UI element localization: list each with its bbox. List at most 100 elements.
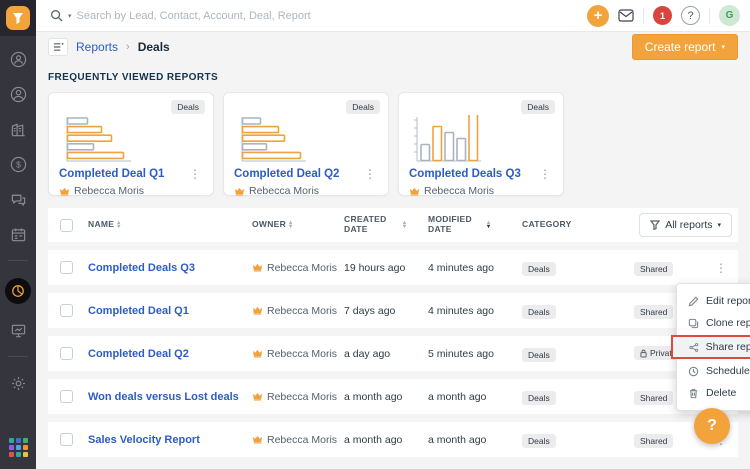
app-window: $ (0, 0, 750, 469)
sidebar-divider (8, 260, 28, 261)
freshsales-logo-icon (6, 6, 30, 30)
sort-icon[interactable]: ▴▾ (487, 221, 490, 229)
card-owner-name: Rebecca Moris (74, 185, 144, 197)
crown-icon (252, 392, 263, 401)
search-scope-caret-icon[interactable]: ▾ (68, 12, 72, 20)
table-row[interactable]: Sales Velocity Report Rebecca Moris a mo… (48, 422, 738, 457)
report-card[interactable]: Deals Completed Deals Q3 ⋮ Rebecca Moris (398, 92, 564, 196)
visibility-badge: Shared (634, 434, 673, 448)
menu-item-share-report[interactable]: Share report (671, 335, 750, 359)
report-name-link[interactable]: Completed Deal Q1 (88, 305, 252, 317)
conversations-icon[interactable] (9, 190, 27, 208)
table-row[interactable]: Won deals versus Lost deals Rebecca Mori… (48, 379, 738, 414)
top-navbar: ▾ + 1 ? G (36, 0, 750, 32)
sort-icon[interactable]: ▴▾ (289, 221, 292, 229)
calendar-icon[interactable] (9, 225, 27, 243)
table-row[interactable]: Completed Deal Q1 Rebecca Moris 7 days a… (48, 293, 738, 328)
category-badge: Deals (522, 305, 556, 319)
menu-item-delete[interactable]: Delete (677, 382, 750, 404)
card-title-link[interactable]: Completed Deal Q2 (234, 168, 339, 180)
user-avatar[interactable]: G (719, 5, 740, 26)
table-row[interactable]: Completed Deal Q2 Rebecca Moris a day ag… (48, 336, 738, 371)
visibility-badge: Shared (634, 391, 673, 405)
owner-cell: Rebecca Moris (252, 391, 344, 403)
column-header-created-date[interactable]: CREATED DATE▴▾ (344, 215, 428, 235)
settings-gear-icon[interactable] (9, 374, 27, 392)
row-checkbox[interactable] (60, 433, 73, 446)
lock-icon (640, 349, 647, 358)
notifications-badge[interactable]: 1 (653, 6, 672, 25)
owner-cell: Rebecca Moris (252, 348, 344, 360)
table-row[interactable]: Completed Deals Q3 Rebecca Moris 19 hour… (48, 250, 738, 285)
accounts-icon[interactable] (9, 120, 27, 138)
menu-item-clone-report[interactable]: Clone report (677, 312, 750, 334)
dashboards-icon[interactable] (9, 321, 27, 339)
row-checkbox[interactable] (60, 347, 73, 360)
share-icon (689, 342, 699, 353)
card-title-link[interactable]: Completed Deals Q3 (409, 168, 521, 180)
table-header-row: NAME▴▾OWNER▴▾CREATED DATE▴▾MODIFIED DATE… (48, 208, 738, 242)
row-checkbox[interactable] (60, 261, 73, 274)
report-card[interactable]: Deals Completed Deal Q2 ⋮ Rebecca Moris (223, 92, 389, 196)
global-search[interactable]: ▾ (50, 9, 587, 22)
reports-table: NAME▴▾OWNER▴▾CREATED DATE▴▾MODIFIED DATE… (48, 208, 738, 457)
help-button[interactable]: ? (681, 6, 700, 25)
card-title-link[interactable]: Completed Deal Q1 (59, 168, 164, 180)
row-checkbox[interactable] (60, 304, 73, 317)
column-header-category[interactable]: CATEGORY (522, 220, 608, 230)
report-card[interactable]: Deals Completed Deal Q1 ⋮ Rebecca Moris (48, 92, 214, 196)
category-badge: Deals (522, 391, 556, 405)
search-icon (50, 9, 63, 22)
frequently-viewed-cards: Deals Completed Deal Q1 ⋮ Rebecca Moris … (48, 92, 738, 196)
all-reports-filter-button[interactable]: All reports▾ (639, 213, 732, 237)
app-logo[interactable] (0, 0, 36, 36)
report-name-link[interactable]: Won deals versus Lost deals (88, 391, 252, 403)
deals-icon[interactable]: $ (9, 155, 27, 173)
report-name-link[interactable]: Sales Velocity Report (88, 434, 252, 446)
crown-icon (252, 435, 263, 444)
category-badge: Deals (522, 348, 556, 362)
row-kebab-menu-icon[interactable]: ⋮ (704, 263, 738, 273)
search-input[interactable] (77, 10, 397, 22)
crown-icon (252, 306, 263, 315)
card-owner-name: Rebecca Moris (249, 185, 319, 197)
row-checkbox[interactable] (60, 390, 73, 403)
category-cell: Deals (522, 302, 608, 320)
sort-icon[interactable]: ▴▾ (117, 221, 120, 229)
report-list-toggle-icon[interactable] (48, 38, 68, 56)
modified-date-cell: a month ago (428, 391, 522, 403)
create-report-button[interactable]: Create report ▾ (632, 34, 738, 60)
help-fab-button[interactable]: ? (694, 408, 730, 444)
breadcrumb-bar: Reports › Deals Create report ▾ (36, 32, 750, 62)
column-header-modified-date[interactable]: MODIFIED DATE▴▾ (428, 215, 522, 235)
quick-add-button[interactable]: + (587, 5, 609, 27)
modified-date-cell: 4 minutes ago (428, 262, 522, 274)
clone-icon (688, 318, 699, 329)
breadcrumb-reports-link[interactable]: Reports (76, 40, 118, 54)
app-switcher-icon[interactable] (9, 438, 28, 457)
category-cell: Deals (522, 259, 608, 277)
reports-active-item[interactable] (5, 278, 31, 304)
contacts-icon[interactable] (9, 85, 27, 103)
card-kebab-menu-icon[interactable]: ⋮ (537, 169, 553, 179)
menu-item-edit-report[interactable]: Edit report (677, 290, 750, 312)
modified-date-cell: 5 minutes ago (428, 348, 522, 360)
card-kebab-menu-icon[interactable]: ⋮ (187, 169, 203, 179)
card-chart-thumbnail (59, 115, 203, 165)
card-kebab-menu-icon[interactable]: ⋮ (362, 169, 378, 179)
menu-item-schedule[interactable]: Schedule (677, 360, 750, 382)
caret-down-icon: ▾ (721, 43, 725, 51)
crown-icon (252, 349, 263, 358)
report-name-link[interactable]: Completed Deals Q3 (88, 262, 252, 274)
column-header-name[interactable]: NAME▴▾ (88, 220, 252, 230)
email-icon[interactable] (618, 9, 634, 22)
column-header-owner[interactable]: OWNER▴▾ (252, 220, 344, 230)
select-all-checkbox[interactable] (60, 219, 73, 232)
sidebar-divider (8, 356, 28, 357)
report-name-link[interactable]: Completed Deal Q2 (88, 348, 252, 360)
card-category-badge: Deals (521, 100, 555, 114)
leads-icon[interactable] (9, 50, 27, 68)
pencil-icon (688, 296, 699, 307)
modified-date-cell: 4 minutes ago (428, 305, 522, 317)
sort-icon[interactable]: ▴▾ (403, 221, 406, 229)
